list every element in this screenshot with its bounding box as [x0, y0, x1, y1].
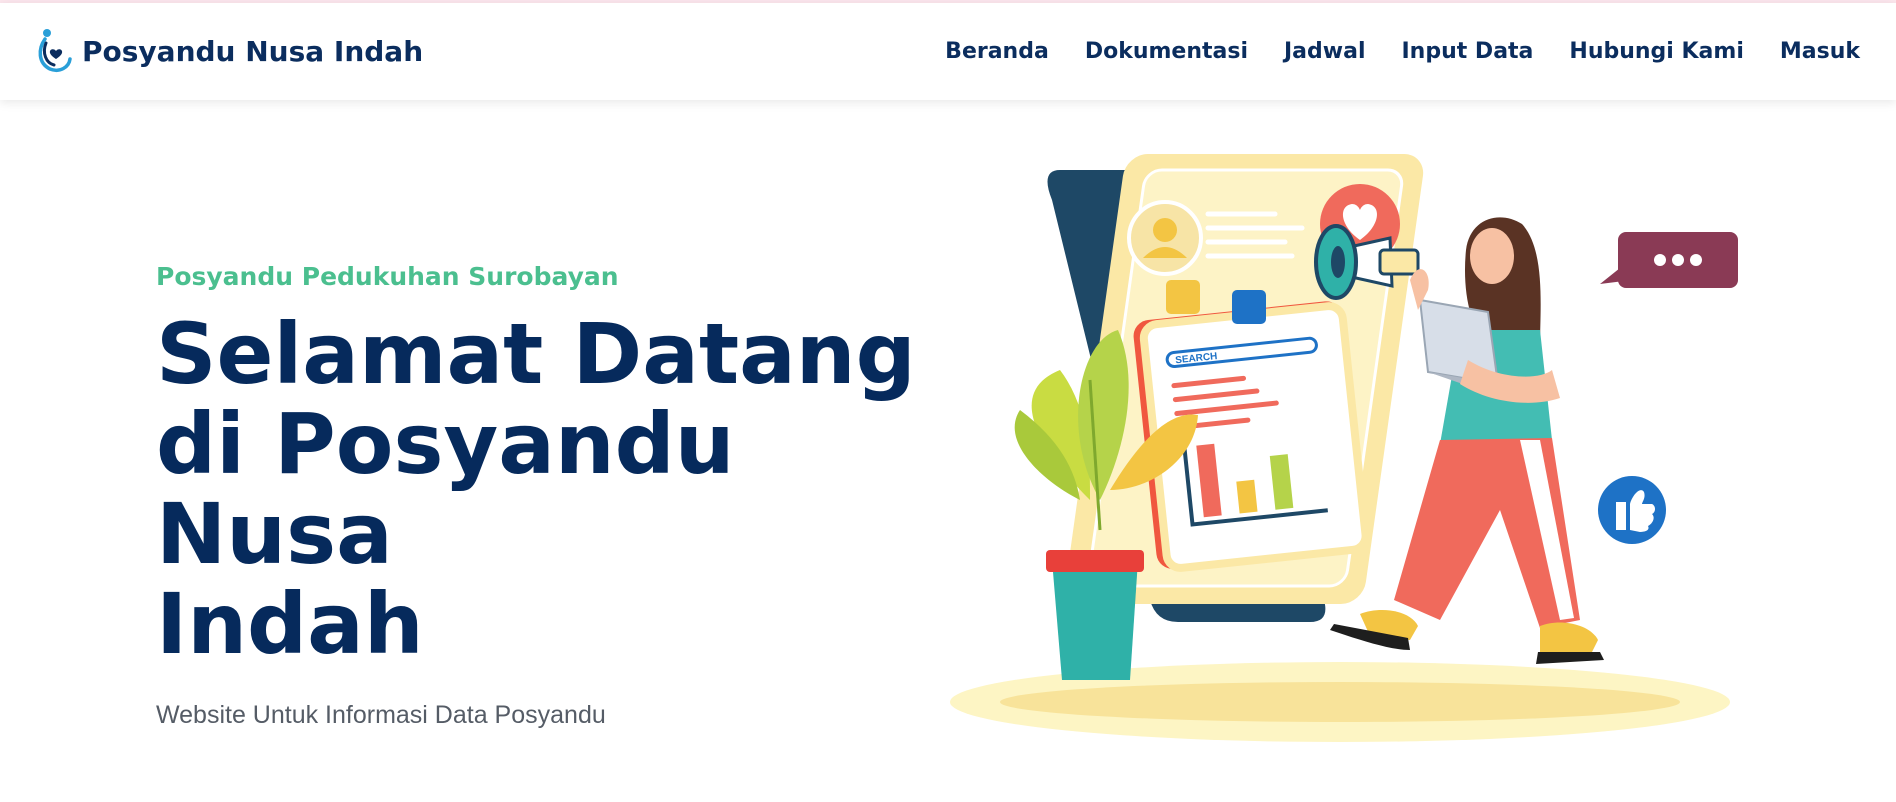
brand-link[interactable]: Posyandu Nusa Indah: [36, 27, 423, 75]
hero-subtitle: Posyandu Pedukuhan Surobayan: [156, 262, 619, 291]
navbar: Posyandu Nusa Indah Beranda Dokumentasi …: [0, 3, 1896, 100]
ground-shadow-inner: [1000, 682, 1680, 722]
hero-section: Posyandu Pedukuhan Surobayan Selamat Dat…: [156, 262, 956, 730]
heart-hands-logo-icon: [38, 29, 72, 72]
nav-masuk[interactable]: Masuk: [1780, 39, 1860, 64]
hero-tagline: Website Untuk Informasi Data Posyandu: [156, 701, 606, 729]
headline-line-1: Selamat Datang: [156, 305, 916, 403]
main-nav: Beranda Dokumentasi Jadwal Input Data Hu…: [909, 3, 1860, 100]
nav-hubungi-kami[interactable]: Hubungi Kami: [1569, 39, 1743, 64]
headline-line-3: Indah: [156, 575, 424, 673]
hero-illustration: SEARCH: [940, 140, 1740, 760]
illustration-svg: SEARCH: [950, 154, 1738, 742]
nav-jadwal[interactable]: Jadwal: [1284, 39, 1366, 64]
nav-input-data[interactable]: Input Data: [1402, 39, 1534, 64]
chat-bubble-icon: [1600, 232, 1738, 288]
thumbs-up-icon: [1598, 476, 1666, 544]
nav-beranda[interactable]: Beranda: [945, 39, 1049, 64]
hero-headline: Selamat Datang di Posyandu Nusa Indah: [156, 309, 956, 669]
nav-dokumentasi[interactable]: Dokumentasi: [1085, 39, 1248, 64]
brand-name: Posyandu Nusa Indah: [82, 34, 424, 68]
plant-pot: [1052, 560, 1138, 680]
headline-line-2: di Posyandu Nusa: [156, 395, 735, 583]
